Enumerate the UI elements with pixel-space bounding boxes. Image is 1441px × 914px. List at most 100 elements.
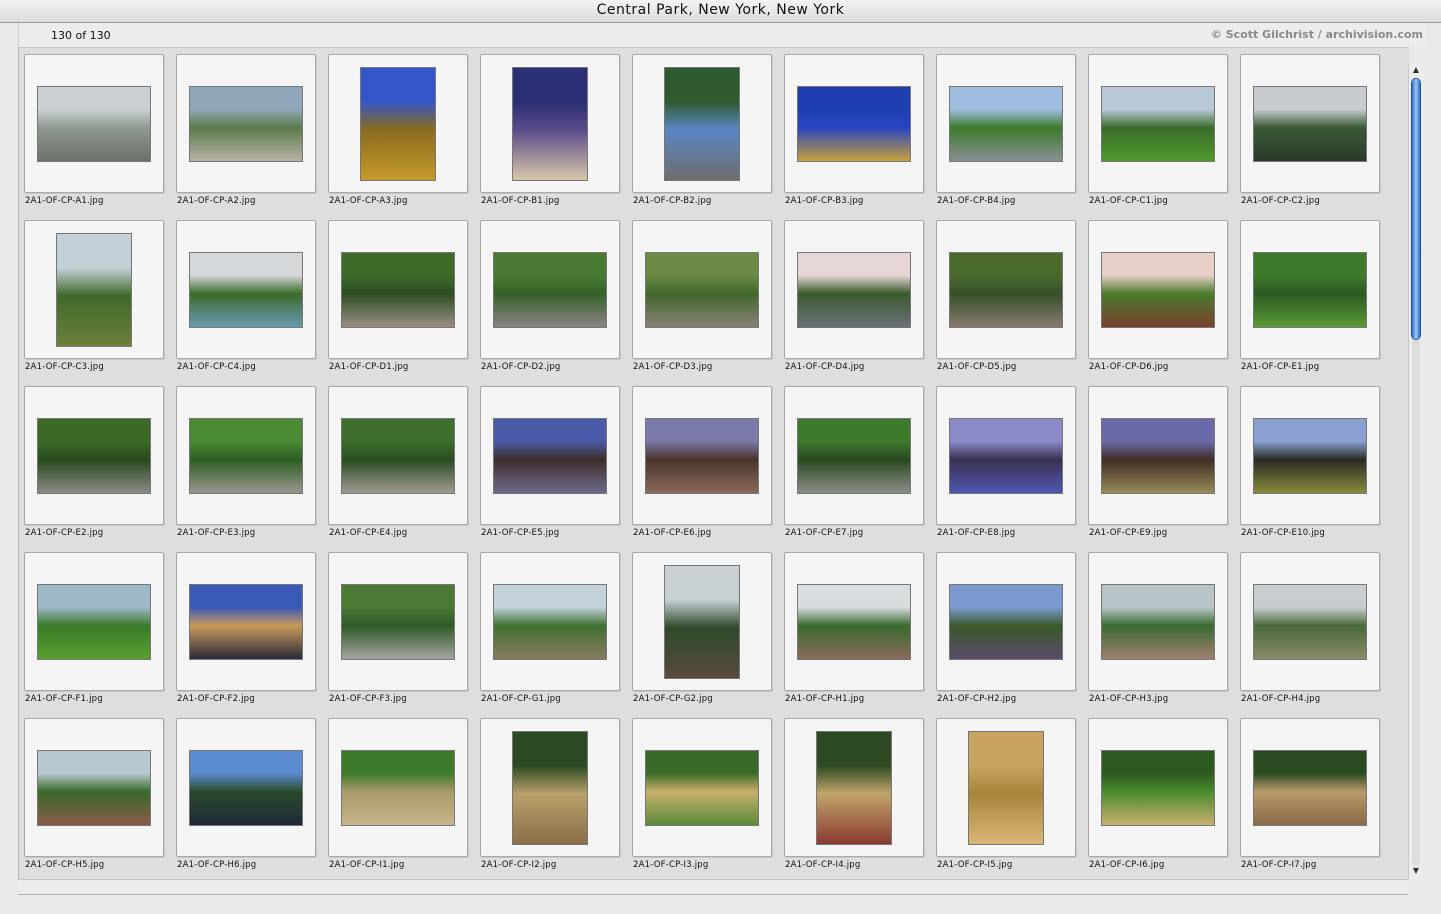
slide-item[interactable]: 2A1-OF-CP-E7.jpg	[784, 386, 924, 552]
thumbnail-image[interactable]	[817, 731, 891, 844]
thumbnail-image[interactable]	[1102, 418, 1214, 493]
slide-mount[interactable]	[24, 552, 164, 691]
slide-mount[interactable]	[328, 552, 468, 691]
slide-item[interactable]: 2A1-OF-CP-D3.jpg	[632, 220, 772, 386]
thumbnail-image[interactable]	[57, 233, 131, 346]
thumbnail-image[interactable]	[38, 750, 150, 825]
slide-item[interactable]: 2A1-OF-CP-E9.jpg	[1088, 386, 1228, 552]
slide-mount[interactable]	[784, 552, 924, 691]
scroll-track[interactable]	[1412, 77, 1420, 865]
scroll-thumb[interactable]	[1412, 79, 1420, 339]
thumbnail-image[interactable]	[1254, 252, 1366, 327]
thumbnail-image[interactable]	[361, 67, 435, 180]
thumbnail-image[interactable]	[969, 731, 1043, 844]
slide-item[interactable]: 2A1-OF-CP-E10.jpg	[1240, 386, 1380, 552]
thumbnail-image[interactable]	[1102, 750, 1214, 825]
slide-item[interactable]: 2A1-OF-CP-F2.jpg	[176, 552, 316, 718]
thumbnail-image[interactable]	[798, 86, 910, 161]
thumbnail-image[interactable]	[798, 584, 910, 659]
slide-mount[interactable]	[176, 718, 316, 857]
thumbnail-image[interactable]	[1254, 418, 1366, 493]
slide-mount[interactable]	[1240, 54, 1380, 193]
slide-mount[interactable]	[1088, 220, 1228, 359]
slide-item[interactable]: 2A1-OF-CP-I1.jpg	[328, 718, 468, 880]
slide-mount[interactable]	[480, 220, 620, 359]
slide-mount[interactable]	[784, 718, 924, 857]
slide-mount[interactable]	[1240, 386, 1380, 525]
vertical-scrollbar[interactable]: ▲ ▼	[1408, 64, 1423, 879]
thumbnail-image[interactable]	[494, 418, 606, 493]
slide-mount[interactable]	[24, 54, 164, 193]
thumbnail-image[interactable]	[1254, 750, 1366, 825]
slide-item[interactable]: 2A1-OF-CP-B1.jpg	[480, 54, 620, 220]
slide-mount[interactable]	[328, 718, 468, 857]
slide-item[interactable]: 2A1-OF-CP-C3.jpg	[24, 220, 164, 386]
thumbnail-image[interactable]	[342, 252, 454, 327]
thumbnail-image[interactable]	[190, 750, 302, 825]
slide-item[interactable]: 2A1-OF-CP-B3.jpg	[784, 54, 924, 220]
thumbnail-image[interactable]	[513, 731, 587, 844]
slide-mount[interactable]	[936, 54, 1076, 193]
thumbnail-image[interactable]	[1102, 86, 1214, 161]
slide-item[interactable]: 2A1-OF-CP-C1.jpg	[1088, 54, 1228, 220]
thumbnail-image[interactable]	[513, 67, 587, 180]
slide-item[interactable]: 2A1-OF-CP-I5.jpg	[936, 718, 1076, 880]
thumbnail-image[interactable]	[1254, 584, 1366, 659]
thumbnail-image[interactable]	[665, 565, 739, 678]
thumbnail-image[interactable]	[190, 418, 302, 493]
slide-mount[interactable]	[328, 386, 468, 525]
thumbnail-image[interactable]	[38, 86, 150, 161]
slide-item[interactable]: 2A1-OF-CP-D5.jpg	[936, 220, 1076, 386]
slide-item[interactable]: 2A1-OF-CP-H1.jpg	[784, 552, 924, 718]
thumbnail-viewer[interactable]: 2A1-OF-CP-A1.jpg 2A1-OF-CP-A2.jpg 2A1-OF-C…	[18, 47, 1409, 880]
slide-item[interactable]: 2A1-OF-CP-H2.jpg	[936, 552, 1076, 718]
thumbnail-image[interactable]	[646, 252, 758, 327]
thumbnail-image[interactable]	[646, 750, 758, 825]
thumbnail-image[interactable]	[1254, 86, 1366, 161]
thumbnail-image[interactable]	[1102, 584, 1214, 659]
slide-mount[interactable]	[936, 220, 1076, 359]
slide-mount[interactable]	[936, 386, 1076, 525]
slide-item[interactable]: 2A1-OF-CP-I7.jpg	[1240, 718, 1380, 880]
slide-mount[interactable]	[328, 220, 468, 359]
thumbnail-image[interactable]	[190, 584, 302, 659]
slide-item[interactable]: 2A1-OF-CP-D2.jpg	[480, 220, 620, 386]
slide-item[interactable]: 2A1-OF-CP-H4.jpg	[1240, 552, 1380, 718]
thumbnail-image[interactable]	[950, 584, 1062, 659]
slide-mount[interactable]	[1088, 54, 1228, 193]
slide-mount[interactable]	[176, 220, 316, 359]
slide-item[interactable]: 2A1-OF-CP-B2.jpg	[632, 54, 772, 220]
slide-item[interactable]: 2A1-OF-CP-F1.jpg	[24, 552, 164, 718]
slide-mount[interactable]	[1088, 386, 1228, 525]
thumbnail-image[interactable]	[646, 418, 758, 493]
slide-mount[interactable]	[632, 718, 772, 857]
thumbnail-image[interactable]	[494, 584, 606, 659]
thumbnail-image[interactable]	[190, 86, 302, 161]
slide-mount[interactable]	[176, 552, 316, 691]
slide-item[interactable]: 2A1-OF-CP-H3.jpg	[1088, 552, 1228, 718]
slide-item[interactable]: 2A1-OF-CP-E4.jpg	[328, 386, 468, 552]
horizontal-scrollbar[interactable]	[18, 879, 1408, 895]
slide-item[interactable]: 2A1-OF-CP-A2.jpg	[176, 54, 316, 220]
slide-item[interactable]: 2A1-OF-CP-B4.jpg	[936, 54, 1076, 220]
slide-item[interactable]: 2A1-OF-CP-I2.jpg	[480, 718, 620, 880]
slide-mount[interactable]	[176, 54, 316, 193]
thumbnail-image[interactable]	[665, 67, 739, 180]
slide-item[interactable]: 2A1-OF-CP-E1.jpg	[1240, 220, 1380, 386]
thumbnail-image[interactable]	[798, 252, 910, 327]
slide-mount[interactable]	[632, 552, 772, 691]
thumbnail-image[interactable]	[950, 86, 1062, 161]
slide-mount[interactable]	[936, 552, 1076, 691]
slide-item[interactable]: 2A1-OF-CP-G1.jpg	[480, 552, 620, 718]
slide-item[interactable]: 2A1-OF-CP-E5.jpg	[480, 386, 620, 552]
slide-mount[interactable]	[24, 386, 164, 525]
slide-mount[interactable]	[632, 220, 772, 359]
slide-mount[interactable]	[176, 386, 316, 525]
slide-mount[interactable]	[480, 552, 620, 691]
slide-item[interactable]: 2A1-OF-CP-A1.jpg	[24, 54, 164, 220]
slide-mount[interactable]	[480, 386, 620, 525]
slide-item[interactable]: 2A1-OF-CP-E8.jpg	[936, 386, 1076, 552]
slide-mount[interactable]	[1088, 718, 1228, 857]
slide-mount[interactable]	[632, 54, 772, 193]
scroll-up-arrow-icon[interactable]: ▲	[1409, 64, 1423, 76]
